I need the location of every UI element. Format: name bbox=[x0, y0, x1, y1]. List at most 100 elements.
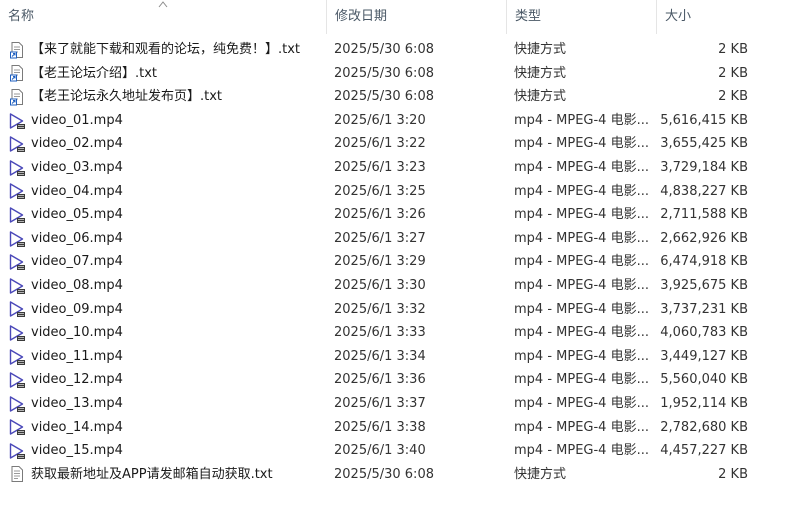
file-date: 2025/5/30 6:08 bbox=[334, 65, 434, 81]
file-row[interactable]: video_10.mp4 2025/6/1 3:33 mp4 - MPEG-4 … bbox=[0, 321, 800, 345]
column-header-type-label: 类型 bbox=[515, 9, 542, 24]
file-name: video_06.mp4 bbox=[31, 230, 123, 246]
file-name-cell: video_14.mp4 bbox=[8, 416, 318, 440]
file-name-cell: video_08.mp4 bbox=[8, 274, 318, 298]
file-name-cell: 【来了就能下载和观看的论坛，纯免费！】.txt bbox=[8, 38, 318, 62]
file-row[interactable]: video_09.mp4 2025/6/1 3:32 mp4 - MPEG-4 … bbox=[0, 298, 800, 322]
file-date: 2025/6/1 3:26 bbox=[334, 207, 426, 223]
file-row[interactable]: video_01.mp4 2025/6/1 3:20 mp4 - MPEG-4 … bbox=[0, 109, 800, 133]
file-date: 2025/5/30 6:08 bbox=[334, 466, 434, 482]
video-file-icon bbox=[8, 159, 26, 177]
video-file-icon bbox=[8, 277, 26, 295]
file-date: 2025/6/1 3:22 bbox=[334, 136, 426, 152]
file-date: 2025/6/1 3:23 bbox=[334, 159, 426, 175]
video-file-icon bbox=[8, 206, 26, 224]
column-header-type[interactable]: 类型 bbox=[506, 0, 656, 34]
column-header-row: 名称 修改日期 类型 大小 bbox=[0, 0, 800, 34]
file-row[interactable]: video_14.mp4 2025/6/1 3:38 mp4 - MPEG-4 … bbox=[0, 416, 800, 440]
video-file-icon bbox=[8, 230, 26, 248]
column-header-name-label: 名称 bbox=[8, 9, 35, 24]
file-name: video_09.mp4 bbox=[31, 301, 123, 317]
file-size: 2,782,680 KB bbox=[660, 419, 748, 435]
video-file-icon bbox=[8, 253, 26, 271]
file-date: 2025/6/1 3:25 bbox=[334, 183, 426, 199]
file-date: 2025/6/1 3:20 bbox=[334, 112, 426, 128]
file-name: video_13.mp4 bbox=[31, 395, 123, 411]
file-type: 快捷方式 bbox=[514, 466, 567, 482]
file-row[interactable]: video_04.mp4 2025/6/1 3:25 mp4 - MPEG-4 … bbox=[0, 180, 800, 204]
file-name-cell: video_02.mp4 bbox=[8, 132, 318, 156]
file-name-cell: video_03.mp4 bbox=[8, 156, 318, 180]
file-type: mp4 - MPEG-4 电影... bbox=[514, 136, 649, 152]
file-row[interactable]: video_02.mp4 2025/6/1 3:22 mp4 - MPEG-4 … bbox=[0, 132, 800, 156]
file-date: 2025/6/1 3:37 bbox=[334, 395, 426, 411]
file-size: 6,474,918 KB bbox=[660, 254, 748, 270]
file-type: mp4 - MPEG-4 电影... bbox=[514, 254, 649, 270]
column-header-date[interactable]: 修改日期 bbox=[326, 0, 506, 34]
file-name-cell: video_01.mp4 bbox=[8, 109, 318, 133]
file-size: 5,560,040 KB bbox=[660, 372, 748, 388]
video-file-icon bbox=[8, 112, 26, 130]
video-file-icon bbox=[8, 300, 26, 318]
file-row[interactable]: video_15.mp4 2025/6/1 3:40 mp4 - MPEG-4 … bbox=[0, 439, 800, 463]
file-name: 【老王论坛永久地址发布页】.txt bbox=[31, 89, 223, 105]
file-name-cell: video_12.mp4 bbox=[8, 368, 318, 392]
file-row[interactable]: video_07.mp4 2025/6/1 3:29 mp4 - MPEG-4 … bbox=[0, 250, 800, 274]
file-date: 2025/6/1 3:38 bbox=[334, 419, 426, 435]
file-row[interactable]: video_08.mp4 2025/6/1 3:30 mp4 - MPEG-4 … bbox=[0, 274, 800, 298]
file-name: video_15.mp4 bbox=[31, 443, 123, 459]
file-type: mp4 - MPEG-4 电影... bbox=[514, 443, 649, 459]
sort-ascending-icon bbox=[158, 1, 168, 8]
file-name: video_03.mp4 bbox=[31, 159, 123, 175]
file-name-cell: video_11.mp4 bbox=[8, 345, 318, 369]
file-name-cell: video_13.mp4 bbox=[8, 392, 318, 416]
file-name: video_05.mp4 bbox=[31, 207, 123, 223]
column-header-size[interactable]: 大小 bbox=[656, 0, 756, 34]
video-file-icon bbox=[8, 371, 26, 389]
text-file-icon bbox=[8, 465, 26, 483]
file-row[interactable]: 【来了就能下载和观看的论坛，纯免费！】.txt 2025/5/30 6:08 快… bbox=[0, 38, 800, 62]
file-name: 【老王论坛介绍】.txt bbox=[31, 65, 158, 81]
file-date: 2025/6/1 3:36 bbox=[334, 372, 426, 388]
file-row[interactable]: 获取最新地址及APP请发邮箱自动获取.txt 2025/5/30 6:08 快捷… bbox=[0, 463, 800, 487]
file-row[interactable]: 【老王论坛永久地址发布页】.txt 2025/5/30 6:08 快捷方式 2 … bbox=[0, 85, 800, 109]
file-size: 2 KB bbox=[718, 65, 748, 81]
file-date: 2025/6/1 3:32 bbox=[334, 301, 426, 317]
file-name-cell: video_07.mp4 bbox=[8, 250, 318, 274]
file-date: 2025/6/1 3:40 bbox=[334, 443, 426, 459]
column-header-date-label: 修改日期 bbox=[335, 9, 388, 24]
file-row[interactable]: video_06.mp4 2025/6/1 3:27 mp4 - MPEG-4 … bbox=[0, 227, 800, 251]
file-size: 3,449,127 KB bbox=[660, 348, 748, 364]
file-type: mp4 - MPEG-4 电影... bbox=[514, 159, 649, 175]
file-type: mp4 - MPEG-4 电影... bbox=[514, 372, 649, 388]
file-row[interactable]: video_05.mp4 2025/6/1 3:26 mp4 - MPEG-4 … bbox=[0, 203, 800, 227]
file-row[interactable]: video_11.mp4 2025/6/1 3:34 mp4 - MPEG-4 … bbox=[0, 345, 800, 369]
video-file-icon bbox=[8, 182, 26, 200]
file-date: 2025/6/1 3:29 bbox=[334, 254, 426, 270]
file-type: mp4 - MPEG-4 电影... bbox=[514, 112, 649, 128]
file-row[interactable]: 【老王论坛介绍】.txt 2025/5/30 6:08 快捷方式 2 KB bbox=[0, 62, 800, 86]
file-size: 3,729,184 KB bbox=[660, 159, 748, 175]
file-size: 4,060,783 KB bbox=[660, 325, 748, 341]
file-size: 4,838,227 KB bbox=[660, 183, 748, 199]
video-file-icon bbox=[8, 135, 26, 153]
file-row[interactable]: video_13.mp4 2025/6/1 3:37 mp4 - MPEG-4 … bbox=[0, 392, 800, 416]
file-type: mp4 - MPEG-4 电影... bbox=[514, 230, 649, 246]
file-size: 4,457,227 KB bbox=[660, 443, 748, 459]
shortcut-file-icon bbox=[8, 88, 26, 106]
file-size: 5,616,415 KB bbox=[660, 112, 748, 128]
file-date: 2025/6/1 3:30 bbox=[334, 277, 426, 293]
video-file-icon bbox=[8, 324, 26, 342]
file-size: 2,711,588 KB bbox=[660, 207, 748, 223]
file-name: video_14.mp4 bbox=[31, 419, 123, 435]
file-size: 3,925,675 KB bbox=[660, 277, 748, 293]
file-name-cell: video_06.mp4 bbox=[8, 227, 318, 251]
file-name-cell: 【老王论坛介绍】.txt bbox=[8, 62, 318, 86]
file-name-cell: video_15.mp4 bbox=[8, 439, 318, 463]
file-type: mp4 - MPEG-4 电影... bbox=[514, 348, 649, 364]
file-row[interactable]: video_12.mp4 2025/6/1 3:36 mp4 - MPEG-4 … bbox=[0, 368, 800, 392]
file-name-cell: 【老王论坛永久地址发布页】.txt bbox=[8, 85, 318, 109]
file-type: 快捷方式 bbox=[514, 89, 567, 105]
file-row[interactable]: video_03.mp4 2025/6/1 3:23 mp4 - MPEG-4 … bbox=[0, 156, 800, 180]
file-name: video_02.mp4 bbox=[31, 136, 123, 152]
